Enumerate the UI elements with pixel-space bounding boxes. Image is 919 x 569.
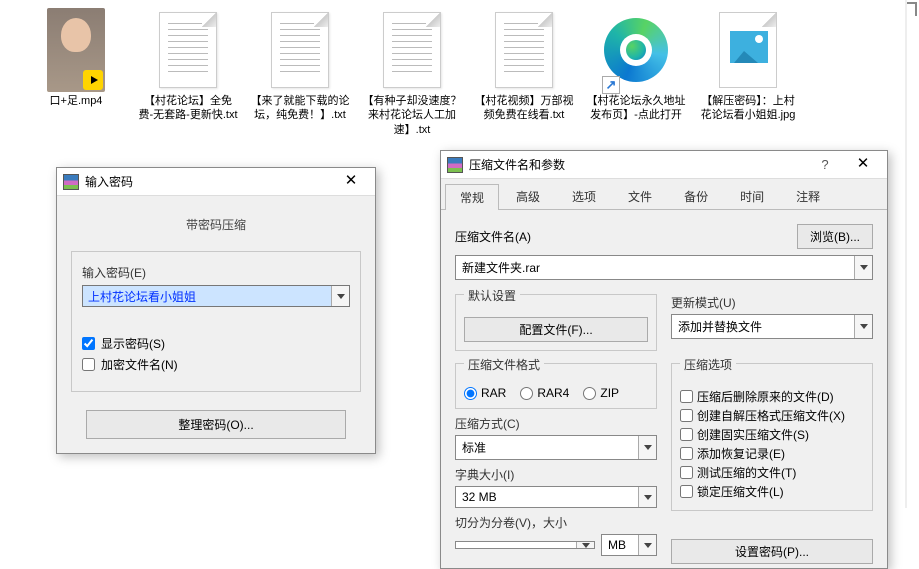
tab-backup[interactable]: 备份 (669, 183, 723, 209)
format-rar-radio[interactable]: RAR (464, 386, 506, 400)
archive-params-dialog: 压缩文件名和参数 ? ✕ 常规 高级 选项 文件 备份 时间 注释 压缩文件名(… (440, 150, 888, 569)
rar-app-icon (63, 174, 79, 190)
edge-browser-icon (604, 18, 668, 82)
show-password-checkbox[interactable]: 显示密码(S) (82, 335, 350, 352)
close-button[interactable]: ✕ (843, 154, 883, 176)
split-volumes-label: 切分为分卷(V)，大小 (455, 514, 657, 531)
chevron-down-icon[interactable] (638, 487, 656, 507)
update-mode-label: 更新模式(U) (671, 294, 873, 311)
dialog-title: 压缩文件名和参数 (469, 156, 807, 173)
split-size-combobox[interactable] (455, 541, 595, 549)
text-doc-icon (383, 12, 441, 88)
compression-method-label: 压缩方式(C) (455, 415, 657, 432)
archive-format-group: 压缩文件格式 RAR RAR4 ZIP (455, 363, 657, 409)
file-item[interactable]: 口+足.mp4 (20, 4, 132, 141)
archive-name-label: 压缩文件名(A) (455, 228, 789, 245)
opt-delete-after[interactable]: 压缩后删除原来的文件(D) (680, 388, 864, 405)
update-mode-select[interactable]: 添加并替换文件 (671, 314, 873, 339)
play-badge-icon (83, 70, 103, 90)
compression-method-select[interactable]: 标准 (455, 435, 657, 460)
opt-sfx[interactable]: 创建自解压格式压缩文件(X) (680, 407, 864, 424)
file-item[interactable]: 【村花论坛】全免费-无套路-更新快.txt (132, 4, 244, 141)
tab-advanced[interactable]: 高级 (501, 183, 555, 209)
shortcut-arrow-icon: ↗ (602, 76, 620, 94)
password-combobox[interactable] (82, 285, 350, 307)
dictionary-size-label: 字典大小(I) (455, 466, 657, 483)
dictionary-size-select[interactable]: 32 MB (455, 486, 657, 508)
desktop-file-grid: 口+足.mp4 【村花论坛】全免费-无套路-更新快.txt 【来了就能下载的论坛… (0, 0, 919, 145)
image-doc-icon (719, 12, 777, 88)
tab-files[interactable]: 文件 (613, 183, 667, 209)
dialog-titlebar[interactable]: 压缩文件名和参数 ? ✕ (441, 151, 887, 179)
password-fieldset: 输入密码(E) 显示密码(S) 加密文件名(N) (71, 251, 361, 392)
browse-button[interactable]: 浏览(B)... (797, 224, 873, 249)
opt-lock[interactable]: 锁定压缩文件(L) (680, 483, 864, 500)
file-label: 【解压密码】：上村花论坛看小姐姐.jpg (698, 94, 798, 123)
split-unit-select[interactable]: MB (601, 534, 657, 556)
profiles-button[interactable]: 配置文件(F)... (464, 317, 648, 342)
dialog-titlebar[interactable]: 输入密码 ✕ (57, 168, 375, 196)
format-rar4-radio[interactable]: RAR4 (520, 386, 569, 400)
encrypt-filenames-checkbox[interactable]: 加密文件名(N) (82, 356, 350, 373)
file-label: 【村花视频】万部视频免费在线看.txt (474, 94, 574, 123)
group-title: 压缩选项 (680, 356, 736, 373)
chevron-down-icon[interactable] (854, 256, 872, 279)
chevron-down-icon[interactable] (331, 286, 349, 306)
compression-options-group: 压缩选项 压缩后删除原来的文件(D) 创建自解压格式压缩文件(X) 创建固实压缩… (671, 363, 873, 511)
chevron-down-icon[interactable] (638, 436, 656, 459)
file-item[interactable]: 【村花视频】万部视频免费在线看.txt (468, 4, 580, 141)
password-label: 输入密码(E) (82, 264, 350, 281)
archive-name-combobox[interactable]: 新建文件夹.rar (455, 255, 873, 280)
rar-app-icon (447, 157, 463, 173)
file-label: 【来了就能下载的论坛，纯免费！】.txt (250, 94, 350, 123)
chevron-down-icon[interactable] (638, 535, 656, 555)
file-item[interactable]: ↗ 【村花论坛永久地址发布页】-点此打开 (580, 4, 692, 141)
group-title: 默认设置 (464, 287, 520, 304)
password-input[interactable] (83, 286, 331, 306)
opt-recovery[interactable]: 添加恢复记录(E) (680, 445, 864, 462)
window-edge (905, 0, 907, 508)
file-label: 口+足.mp4 (50, 94, 103, 108)
video-thumb-icon (47, 8, 105, 92)
dialog-subtitle: 带密码压缩 (71, 210, 361, 251)
password-dialog: 输入密码 ✕ 带密码压缩 输入密码(E) 显示密码(S) 加密文件名(N) 整理… (56, 167, 376, 454)
opt-solid[interactable]: 创建固实压缩文件(S) (680, 426, 864, 443)
format-zip-radio[interactable]: ZIP (583, 386, 619, 400)
file-item[interactable]: 【有种子却没速度？来村花论坛人工加速】.txt (356, 4, 468, 141)
file-item[interactable]: 【来了就能下载的论坛，纯免费！】.txt (244, 4, 356, 141)
file-label: 【村花论坛永久地址发布页】-点此打开 (586, 94, 686, 123)
help-button[interactable]: ? (807, 157, 843, 172)
tab-comment[interactable]: 注释 (781, 183, 835, 209)
text-doc-icon (495, 12, 553, 88)
set-password-button[interactable]: 设置密码(P)... (671, 539, 873, 564)
archive-name-value[interactable]: 新建文件夹.rar (456, 256, 854, 279)
close-button[interactable]: ✕ (331, 171, 371, 193)
opt-test[interactable]: 测试压缩的文件(T) (680, 464, 864, 481)
file-label: 【村花论坛】全免费-无套路-更新快.txt (138, 94, 238, 123)
tab-strip: 常规 高级 选项 文件 备份 时间 注释 (441, 179, 887, 210)
file-item[interactable]: 【解压密码】：上村花论坛看小姐姐.jpg (692, 4, 804, 141)
tab-time[interactable]: 时间 (725, 183, 779, 209)
text-doc-icon (159, 12, 217, 88)
dialog-title: 输入密码 (85, 173, 331, 190)
group-title: 压缩文件格式 (464, 356, 544, 373)
chevron-down-icon[interactable] (576, 542, 594, 548)
organize-passwords-button[interactable]: 整理密码(O)... (86, 410, 346, 439)
chevron-down-icon[interactable] (854, 315, 872, 338)
default-profile-group: 默认设置 配置文件(F)... (455, 294, 657, 351)
tab-options[interactable]: 选项 (557, 183, 611, 209)
text-doc-icon (271, 12, 329, 88)
file-label: 【有种子却没速度？来村花论坛人工加速】.txt (362, 94, 462, 137)
tab-general[interactable]: 常规 (445, 184, 499, 210)
